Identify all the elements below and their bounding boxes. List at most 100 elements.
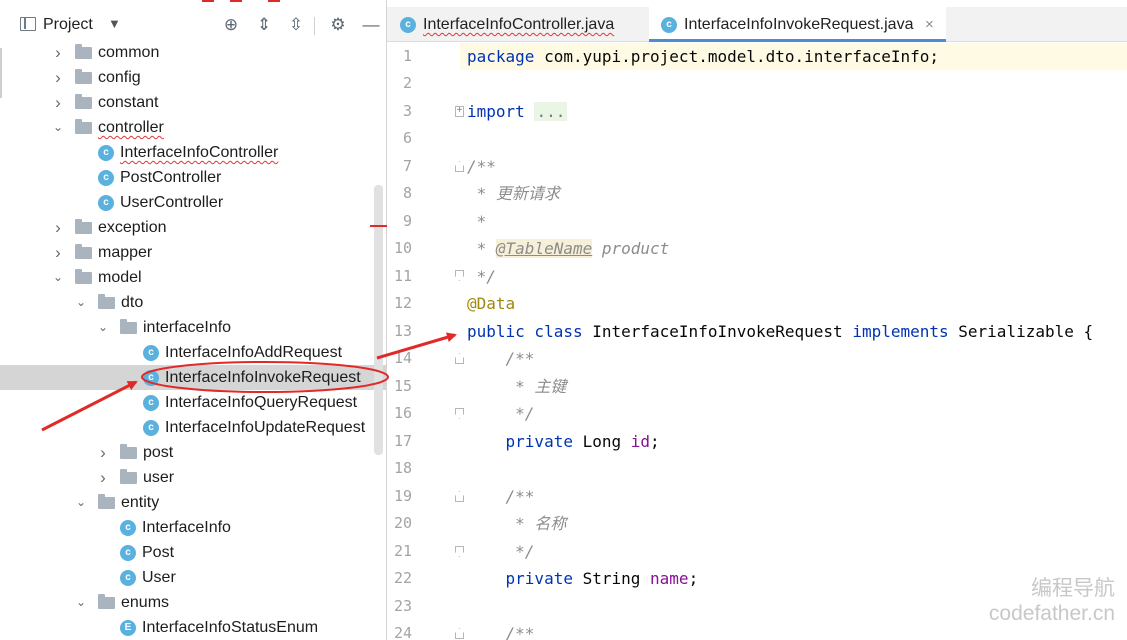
tree-item-controller[interactable]: ⌄ controller <box>0 115 386 140</box>
tree-item-dto[interactable]: ⌄ dto <box>0 290 386 315</box>
tree-item-label: PostController <box>120 169 222 186</box>
folder-icon <box>75 69 92 84</box>
folder-icon <box>98 594 115 609</box>
chevron-right-icon[interactable]: › <box>97 465 109 490</box>
folder-icon <box>75 44 92 59</box>
class-icon: c <box>120 545 136 561</box>
locate-file-icon[interactable]: ⊕ <box>221 15 241 35</box>
tree-item-interfaceinfoaddrequest[interactable]: c InterfaceInfoAddRequest <box>0 340 386 365</box>
expand-all-icon[interactable]: ⇕ <box>254 15 274 35</box>
tree-item-interfaceinfostatusenum[interactable]: E InterfaceInfoStatusEnum <box>0 615 386 640</box>
tab-label: InterfaceInfoController.java <box>423 16 615 33</box>
enum-icon: E <box>120 620 136 636</box>
tree-item-label: InterfaceInfoAddRequest <box>165 344 343 361</box>
fold-toggle-icon[interactable]: + <box>455 106 464 117</box>
tree-item-post[interactable]: c Post <box>0 540 386 565</box>
collapse-all-icon[interactable]: ⇳ <box>286 15 306 35</box>
line-number: 23 <box>393 597 412 615</box>
tree-item-mapper[interactable]: › mapper <box>0 240 386 265</box>
code-line-20: * 名称 <box>467 514 567 533</box>
project-panel: Project ▼ ⊕ ⇕ ⇳ ⚙ — › common › config › const… <box>0 0 387 640</box>
tab-interfaceinfocontroller[interactable]: c InterfaceInfoController.java <box>387 7 649 42</box>
class-icon: c <box>400 17 416 33</box>
tree-item-common[interactable]: › common <box>0 40 386 65</box>
chevron-right-icon[interactable]: › <box>52 215 64 240</box>
tree-item-interfaceinfoinvokerequest[interactable]: c InterfaceInfoInvokeRequest <box>0 365 386 390</box>
tree-item-model[interactable]: ⌄ model <box>0 265 386 290</box>
project-view-icon <box>20 17 36 31</box>
editor-tab-bar: c InterfaceInfoController.java c Interfa… <box>387 7 1127 42</box>
tree-item-exception[interactable]: › exception <box>0 215 386 240</box>
chevron-down-icon[interactable]: ⌄ <box>75 590 87 615</box>
line-number: 22 <box>393 569 412 587</box>
code-line-11: */ <box>467 267 496 286</box>
tree-item-label: enums <box>121 594 170 611</box>
chevron-down-icon[interactable]: ⌄ <box>52 115 64 140</box>
chevron-right-icon[interactable]: › <box>52 240 64 265</box>
tree-item-usercontroller[interactable]: c UserController <box>0 190 386 215</box>
project-panel-header: Project ▼ ⊕ ⇕ ⇳ ⚙ — <box>0 7 386 43</box>
gear-icon[interactable]: ⚙ <box>328 15 348 35</box>
hide-panel-icon[interactable]: — <box>361 15 381 35</box>
tree-item-interfaceinfo[interactable]: c InterfaceInfo <box>0 515 386 540</box>
tree-item-label: InterfaceInfoUpdateRequest <box>165 419 366 436</box>
tree-item-label: dto <box>121 294 144 311</box>
tree-item-label: InterfaceInfoStatusEnum <box>142 619 319 636</box>
tree-item-user[interactable]: c User <box>0 565 386 590</box>
tree-item-config[interactable]: › config <box>0 65 386 90</box>
folder-icon <box>75 269 92 284</box>
tab-interfaceinfoinvokerequest[interactable]: c InterfaceInfoInvokeRequest.java × <box>649 7 946 42</box>
line-number: 1 <box>402 47 412 65</box>
chevron-right-icon[interactable]: › <box>52 90 64 115</box>
class-icon: c <box>661 17 677 33</box>
red-mark <box>268 0 280 2</box>
tree-item-label: InterfaceInfo <box>142 519 231 536</box>
chevron-down-icon[interactable]: ⌄ <box>75 290 87 315</box>
tree-item-entity[interactable]: ⌄ entity <box>0 490 386 515</box>
chevron-right-icon[interactable]: › <box>97 440 109 465</box>
project-view-selector[interactable]: Project <box>43 16 93 34</box>
folder-icon <box>75 94 92 109</box>
chevron-right-icon[interactable]: › <box>52 40 64 65</box>
chevron-right-icon[interactable]: › <box>52 65 64 90</box>
class-icon: c <box>120 570 136 586</box>
tree-item-interfaceinfoqueryrequest[interactable]: c InterfaceInfoQueryRequest <box>0 390 386 415</box>
line-number: 21 <box>393 542 412 560</box>
line-number: 13 <box>393 322 412 340</box>
red-mark <box>230 0 242 2</box>
tree-item-post[interactable]: › post <box>0 440 386 465</box>
class-icon: c <box>120 520 136 536</box>
code-line-17: private Long id; <box>467 432 660 451</box>
close-icon[interactable]: × <box>925 7 934 43</box>
tree-item-interfaceinfoupdaterequest[interactable]: c InterfaceInfoUpdateRequest <box>0 415 386 440</box>
tree-item-constant[interactable]: › constant <box>0 90 386 115</box>
chevron-down-icon[interactable]: ⌄ <box>75 490 87 515</box>
class-icon: c <box>143 420 159 436</box>
code-line-15: * 主键 <box>467 377 567 396</box>
folder-icon <box>120 444 137 459</box>
code-line-21: */ <box>467 542 535 561</box>
tree-item-interfaceinfo[interactable]: ⌄ interfaceInfo <box>0 315 386 340</box>
line-number: 6 <box>402 129 412 147</box>
chevron-down-icon[interactable]: ⌄ <box>52 265 64 290</box>
red-mark <box>202 0 214 2</box>
line-number: 24 <box>393 624 412 640</box>
tree-item-user[interactable]: › user <box>0 465 386 490</box>
tree-item-label: controller <box>98 119 164 136</box>
tree-item-interfaceinfocontroller[interactable]: c InterfaceInfoController <box>0 140 386 165</box>
tree-item-postcontroller[interactable]: c PostController <box>0 165 386 190</box>
chevron-down-icon[interactable]: ▼ <box>108 16 121 31</box>
folder-icon <box>120 469 137 484</box>
tree-item-label: InterfaceInfoInvokeRequest <box>165 369 361 386</box>
line-number: 17 <box>393 432 412 450</box>
class-icon: c <box>143 345 159 361</box>
code-line-9: * <box>467 212 487 231</box>
folded-imports[interactable]: ... <box>534 102 568 121</box>
code-line-16: */ <box>467 404 535 423</box>
tree-item-enums[interactable]: ⌄ enums <box>0 590 386 615</box>
chevron-down-icon[interactable]: ⌄ <box>97 315 109 340</box>
folder-icon <box>98 294 115 309</box>
line-number: 12 <box>393 294 412 312</box>
code-editor[interactable]: c InterfaceInfoController.java c Interfa… <box>387 0 1127 640</box>
line-number: 10 <box>393 239 412 257</box>
